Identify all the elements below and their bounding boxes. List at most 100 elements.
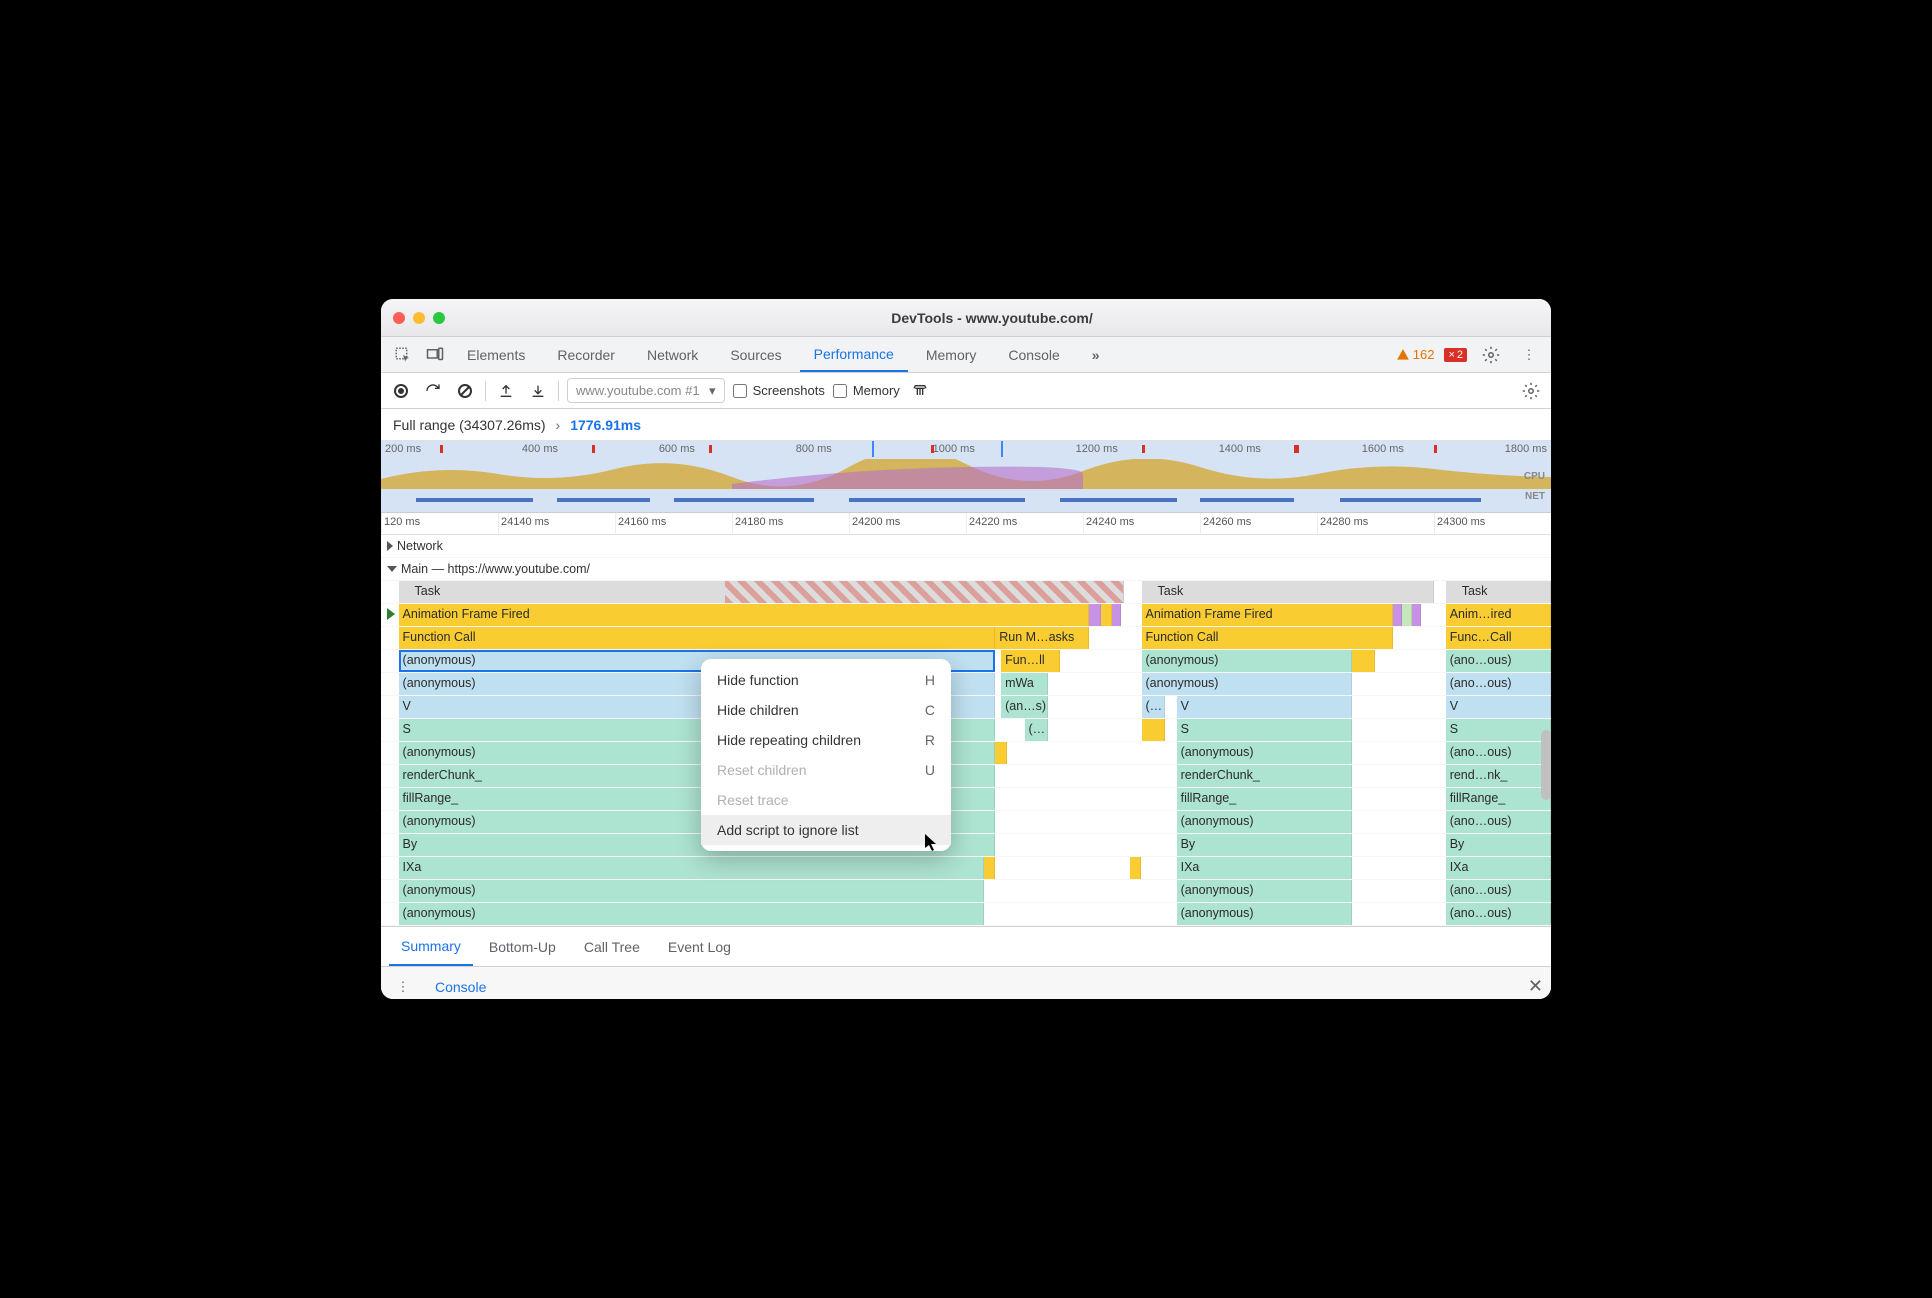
drawer-close-icon[interactable]: ✕ <box>1528 976 1543 997</box>
flame-bar[interactable]: (… <box>1025 719 1048 741</box>
flame-anonymous[interactable]: (ano…ous) <box>1446 650 1551 672</box>
scrollbar-thumb[interactable] <box>1541 730 1551 800</box>
flame-bar[interactable] <box>1402 604 1411 626</box>
overview-timeline[interactable]: 200 ms 400 ms 600 ms 800 ms 1000 ms 1200… <box>381 441 1551 513</box>
tab-recorder[interactable]: Recorder <box>543 337 629 372</box>
flame-bar[interactable] <box>1412 604 1421 626</box>
tab-sources[interactable]: Sources <box>716 337 795 372</box>
flame-renderchunk[interactable]: renderChunk_ <box>1177 765 1353 787</box>
flame-task[interactable]: Task <box>1446 581 1551 603</box>
tab-network[interactable]: Network <box>633 337 712 372</box>
download-button[interactable] <box>526 379 550 403</box>
tab-elements[interactable]: Elements <box>453 337 539 372</box>
flame-anonymous[interactable]: (anonymous) <box>1142 650 1353 672</box>
flame-s[interactable]: S <box>1177 719 1353 741</box>
cm-hide-children[interactable]: Hide children C <box>701 695 951 725</box>
tab-memory[interactable]: Memory <box>912 337 991 372</box>
flame-fillrange[interactable]: fillRange_ <box>1177 788 1353 810</box>
flame-function-call[interactable]: Function Call <box>399 627 996 649</box>
flame-bar[interactable]: mWa <box>1001 673 1048 695</box>
flame-fillrange[interactable]: fillRange_ <box>1446 788 1551 810</box>
flame-anonymous[interactable]: (anonymous) <box>1177 811 1353 833</box>
flame-bar[interactable] <box>1393 604 1402 626</box>
flame-bar[interactable] <box>1101 604 1113 626</box>
drawer-menu-icon[interactable]: ⋮ <box>389 973 417 1000</box>
flame-bar[interactable] <box>995 742 1007 764</box>
tab-summary[interactable]: Summary <box>389 927 473 966</box>
cm-add-ignore-list[interactable]: Add script to ignore list <box>701 815 951 845</box>
flame-anonymous[interactable]: (ano…ous) <box>1446 880 1551 902</box>
flame-bar[interactable]: (an…s) <box>1001 696 1048 718</box>
flame-v[interactable]: V <box>1446 696 1551 718</box>
recording-select[interactable]: www.youtube.com #1 <box>567 378 725 403</box>
flame-bar[interactable] <box>1112 604 1121 626</box>
flame-anonymous[interactable]: (anonymous) <box>399 880 984 902</box>
tab-event-log[interactable]: Event Log <box>656 927 743 966</box>
flame-ixa[interactable]: IXa <box>1446 857 1551 879</box>
flame-animation-frame[interactable]: Anim…ired <box>1446 604 1551 626</box>
garbage-collect-icon[interactable] <box>908 379 932 403</box>
flame-function-call[interactable]: Func…Call <box>1446 627 1551 649</box>
network-track-header[interactable]: Network <box>381 535 1551 558</box>
detail-ruler[interactable]: 120 ms 24140 ms 24160 ms 24180 ms 24200 … <box>381 513 1551 535</box>
tab-performance[interactable]: Performance <box>800 337 908 372</box>
zoom-window-button[interactable] <box>433 312 445 324</box>
cm-hide-repeating[interactable]: Hide repeating children R <box>701 725 951 755</box>
memory-checkbox-input[interactable] <box>833 384 847 398</box>
more-tabs-button[interactable]: » <box>1078 337 1114 372</box>
more-menu-icon[interactable]: ⋮ <box>1515 341 1543 369</box>
cm-hide-function[interactable]: Hide function H <box>701 665 951 695</box>
flame-task[interactable]: Task <box>1142 581 1435 603</box>
flame-anonymous[interactable]: (ano…ous) <box>1446 673 1551 695</box>
flame-bar[interactable] <box>1352 650 1375 672</box>
screenshots-checkbox[interactable]: Screenshots <box>733 383 825 398</box>
screenshots-checkbox-input[interactable] <box>733 384 747 398</box>
flame-chart[interactable]: Network Main — https://www.youtube.com/ … <box>381 535 1551 926</box>
flame-bar[interactable]: (… <box>1142 696 1165 718</box>
main-track-header[interactable]: Main — https://www.youtube.com/ <box>381 558 1551 581</box>
flame-anonymous[interactable]: (anonymous) <box>1177 742 1353 764</box>
upload-button[interactable] <box>494 379 518 403</box>
errors-badge[interactable]: × 2 <box>1444 348 1467 362</box>
breadcrumb-current[interactable]: 1776.91ms <box>570 417 641 433</box>
flame-bar[interactable] <box>1089 604 1101 626</box>
flame-anonymous[interactable]: (anonymous) <box>399 903 984 925</box>
flame-task[interactable]: Task <box>399 581 1124 603</box>
flame-bar[interactable]: Fun…ll <box>1001 650 1060 672</box>
flame-s[interactable]: S <box>1446 719 1551 741</box>
flame-anonymous[interactable]: (anonymous) <box>1177 880 1353 902</box>
tab-call-tree[interactable]: Call Tree <box>572 927 652 966</box>
flame-bar[interactable] <box>984 857 996 879</box>
flame-anonymous[interactable]: (ano…ous) <box>1446 742 1551 764</box>
flame-animation-frame[interactable]: Animation Frame Fired <box>1142 604 1394 626</box>
flame-v[interactable]: V <box>1177 696 1353 718</box>
memory-checkbox[interactable]: Memory <box>833 383 900 398</box>
flame-anonymous[interactable]: (ano…ous) <box>1446 811 1551 833</box>
flame-by[interactable]: By <box>1446 834 1551 856</box>
flame-bar[interactable] <box>1142 719 1165 741</box>
warnings-badge[interactable]: 162 <box>1396 347 1435 362</box>
flame-animation-frame[interactable]: Animation Frame Fired <box>399 604 1089 626</box>
flame-ixa[interactable]: IXa <box>399 857 984 879</box>
flame-anonymous[interactable]: (ano…ous) <box>1446 903 1551 925</box>
drawer-console-tab[interactable]: Console <box>429 969 492 1000</box>
device-toolbar-icon[interactable] <box>421 341 449 369</box>
tab-bottom-up[interactable]: Bottom-Up <box>477 927 568 966</box>
flame-by[interactable]: By <box>1177 834 1353 856</box>
flame-anonymous[interactable]: (anonymous) <box>1142 673 1353 695</box>
record-button[interactable] <box>389 379 413 403</box>
minimize-window-button[interactable] <box>413 312 425 324</box>
close-window-button[interactable] <box>393 312 405 324</box>
settings-icon[interactable] <box>1477 341 1505 369</box>
capture-settings-icon[interactable] <box>1519 379 1543 403</box>
flame-ixa[interactable]: IXa <box>1177 857 1353 879</box>
inspect-icon[interactable] <box>389 341 417 369</box>
tab-console[interactable]: Console <box>994 337 1073 372</box>
reload-record-button[interactable] <box>421 379 445 403</box>
flame-anonymous[interactable]: (anonymous) <box>1177 903 1353 925</box>
flame-bar[interactable] <box>1130 857 1142 879</box>
clear-button[interactable] <box>453 379 477 403</box>
flame-renderchunk[interactable]: rend…nk_ <box>1446 765 1551 787</box>
flame-function-call[interactable]: Function Call <box>1142 627 1394 649</box>
breadcrumb-full-range[interactable]: Full range (34307.26ms) <box>393 417 546 433</box>
